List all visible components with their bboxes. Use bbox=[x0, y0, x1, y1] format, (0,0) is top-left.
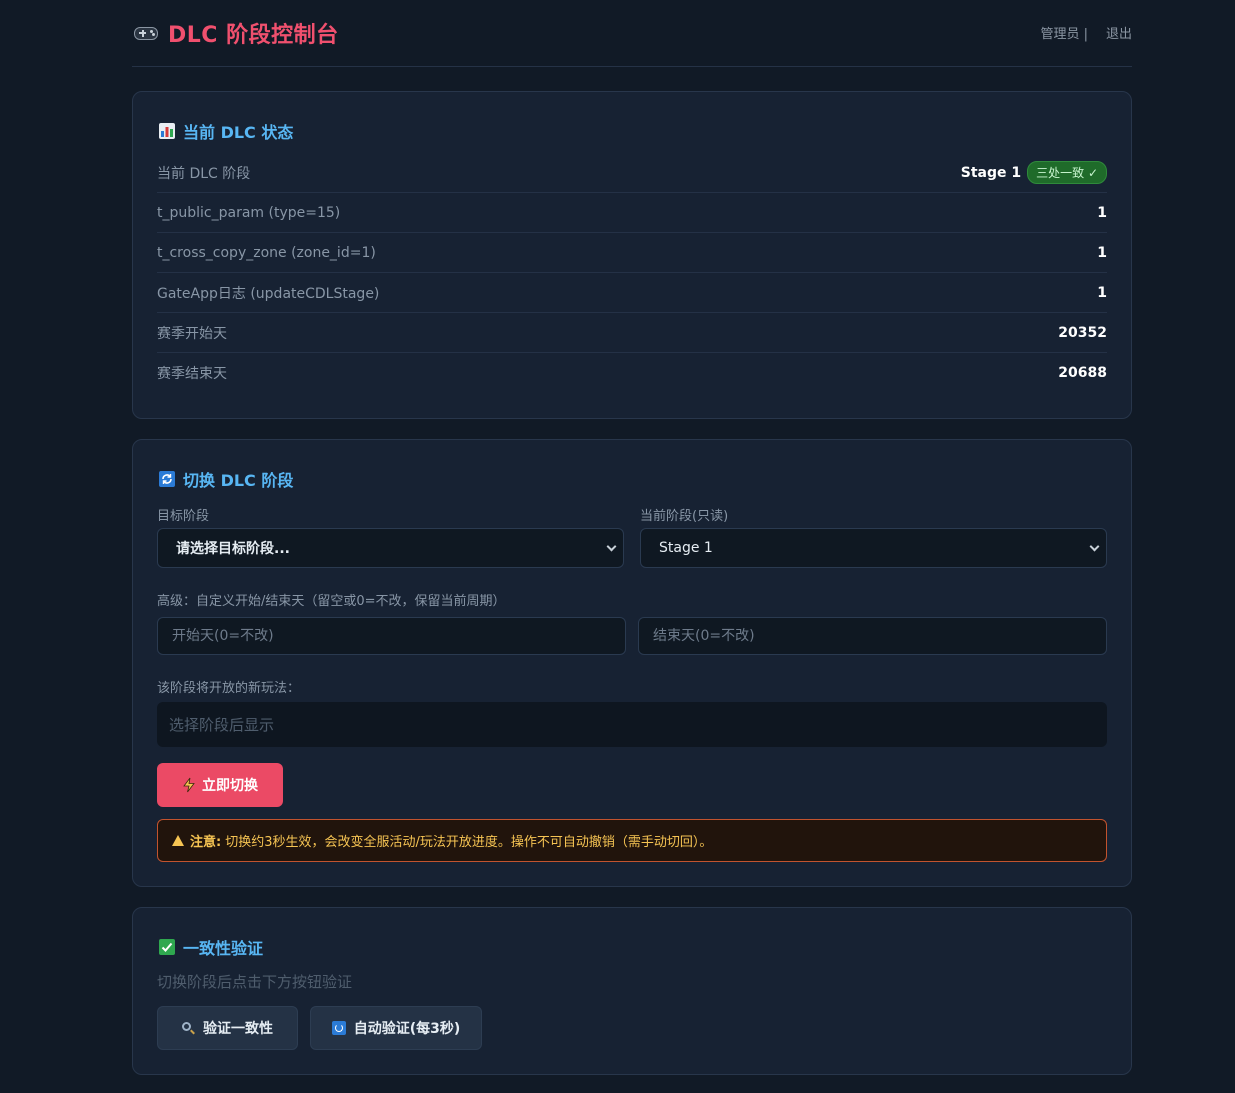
target-stage-select[interactable]: 请选择目标阶段... bbox=[157, 528, 624, 568]
warning-icon bbox=[172, 835, 184, 846]
row-value: Stage 1 三处一致 ✓ bbox=[961, 161, 1107, 184]
target-stage-value: 请选择目标阶段... bbox=[176, 541, 290, 557]
target-stage-label: 目标阶段 bbox=[157, 509, 210, 524]
new-gameplay-preview: 选择阶段后显示 bbox=[157, 702, 1107, 747]
chevron-down-icon bbox=[606, 541, 617, 552]
lightning-icon bbox=[183, 777, 195, 793]
row-label: t_public_param (type=15) bbox=[157, 204, 341, 221]
row-label: 赛季开始天 bbox=[157, 325, 227, 342]
verify-consistency-button[interactable]: 验证一致性 bbox=[157, 1006, 298, 1050]
checkmark-icon bbox=[159, 939, 175, 955]
status-card-title-text: 当前 DLC 状态 bbox=[183, 123, 294, 142]
current-stage-select[interactable]: Stage 1 bbox=[640, 528, 1107, 568]
preview-label: 该阶段将开放的新玩法： bbox=[157, 681, 301, 696]
row-value: 20688 bbox=[1058, 365, 1107, 381]
logout-link[interactable]: 退出 bbox=[1106, 23, 1132, 42]
auto-verify-button[interactable]: 自动验证(每3秒) bbox=[310, 1006, 482, 1050]
end-day-input[interactable] bbox=[638, 617, 1107, 655]
row-label: GateApp日志 (updateCDLStage) bbox=[157, 285, 380, 302]
verify-card-title-text: 一致性验证 bbox=[183, 939, 264, 958]
warning-notice: 注意: 切换约3秒生效，会改变全服活动/玩法开放进度。操作不可自动撤销（需手动切… bbox=[157, 819, 1107, 862]
warning-text: 切换约3秒生效，会改变全服活动/玩法开放进度。操作不可自动撤销（需手动切回）。 bbox=[225, 835, 713, 850]
gamepad-icon bbox=[134, 24, 158, 42]
switch-card-title-text: 切换 DLC 阶段 bbox=[183, 471, 294, 490]
row-label: t_cross_copy_zone (zone_id=1) bbox=[157, 244, 376, 261]
start-day-input[interactable] bbox=[157, 617, 626, 655]
bar-chart-icon bbox=[159, 123, 175, 139]
status-row-cross-copy-zone: t_cross_copy_zone (zone_id=1) 1 bbox=[157, 233, 1107, 273]
top-bar: DLC 阶段控制台 管理员 | 退出 bbox=[132, 0, 1132, 67]
user-menu: 管理员 | 退出 bbox=[1040, 23, 1132, 42]
status-row-gateapp-log: GateApp日志 (updateCDLStage) 1 bbox=[157, 273, 1107, 313]
switch-now-label: 立即切换 bbox=[202, 778, 258, 794]
status-row-season-start: 赛季开始天 20352 bbox=[157, 313, 1107, 353]
refresh-icon bbox=[331, 1021, 346, 1035]
row-value: 20352 bbox=[1058, 324, 1107, 341]
page: DLC 阶段控制台 管理员 | 退出 当前 DLC 状态 当前 DLC 阶段 S… bbox=[132, 0, 1132, 1075]
switch-now-button[interactable]: 立即切换 bbox=[157, 763, 283, 807]
consistency-badge: 三处一致 ✓ bbox=[1027, 161, 1107, 184]
verify-card-title: 一致性验证 bbox=[159, 935, 263, 959]
row-value: 1 bbox=[1097, 244, 1107, 261]
status-row-public-param: t_public_param (type=15) 1 bbox=[157, 193, 1107, 233]
verify-hint: 切换阶段后点击下方按钮验证 bbox=[157, 973, 353, 991]
verify-consistency-label: 验证一致性 bbox=[203, 1021, 273, 1037]
username: 管理员 | bbox=[1040, 27, 1088, 42]
warning-prefix: 注意: bbox=[190, 835, 222, 850]
stage-value: Stage 1 bbox=[960, 164, 1022, 181]
brand: DLC 阶段控制台 bbox=[134, 17, 339, 49]
status-row-season-end: 赛季结束天 20688 bbox=[157, 353, 1107, 393]
switch-dlc-card: 切换 DLC 阶段 目标阶段 请选择目标阶段... 当前阶段(只读) Stage… bbox=[132, 439, 1132, 887]
preview-text: 选择阶段后显示 bbox=[169, 716, 275, 734]
consistency-verify-card: 一致性验证 切换阶段后点击下方按钮验证 验证一致性 自动验证(每3秒) bbox=[132, 907, 1132, 1075]
row-value: 1 bbox=[1097, 284, 1107, 301]
advanced-label: 高级：自定义开始/结束天（留空或0=不改，保留当前周期） bbox=[157, 594, 506, 609]
page-title: DLC 阶段控制台 bbox=[168, 23, 339, 48]
row-label: 当前 DLC 阶段 bbox=[157, 165, 251, 182]
row-value: 1 bbox=[1097, 204, 1107, 221]
current-stage-label: 当前阶段(只读) bbox=[640, 509, 729, 524]
refresh-icon bbox=[159, 471, 175, 487]
status-rows: 当前 DLC 阶段 Stage 1 三处一致 ✓ t_public_param … bbox=[157, 153, 1107, 393]
auto-verify-label: 自动验证(每3秒) bbox=[353, 1021, 461, 1037]
row-label: 赛季结束天 bbox=[157, 366, 227, 382]
status-card-title: 当前 DLC 状态 bbox=[159, 119, 293, 143]
chevron-down-icon bbox=[1089, 541, 1100, 552]
switch-card-title: 切换 DLC 阶段 bbox=[159, 467, 293, 491]
magnifier-icon bbox=[182, 1021, 195, 1035]
current-stage-value: Stage 1 bbox=[659, 540, 713, 556]
dlc-status-card: 当前 DLC 状态 当前 DLC 阶段 Stage 1 三处一致 ✓ t_pub… bbox=[132, 91, 1132, 419]
status-row-stage: 当前 DLC 阶段 Stage 1 三处一致 ✓ bbox=[157, 153, 1107, 193]
